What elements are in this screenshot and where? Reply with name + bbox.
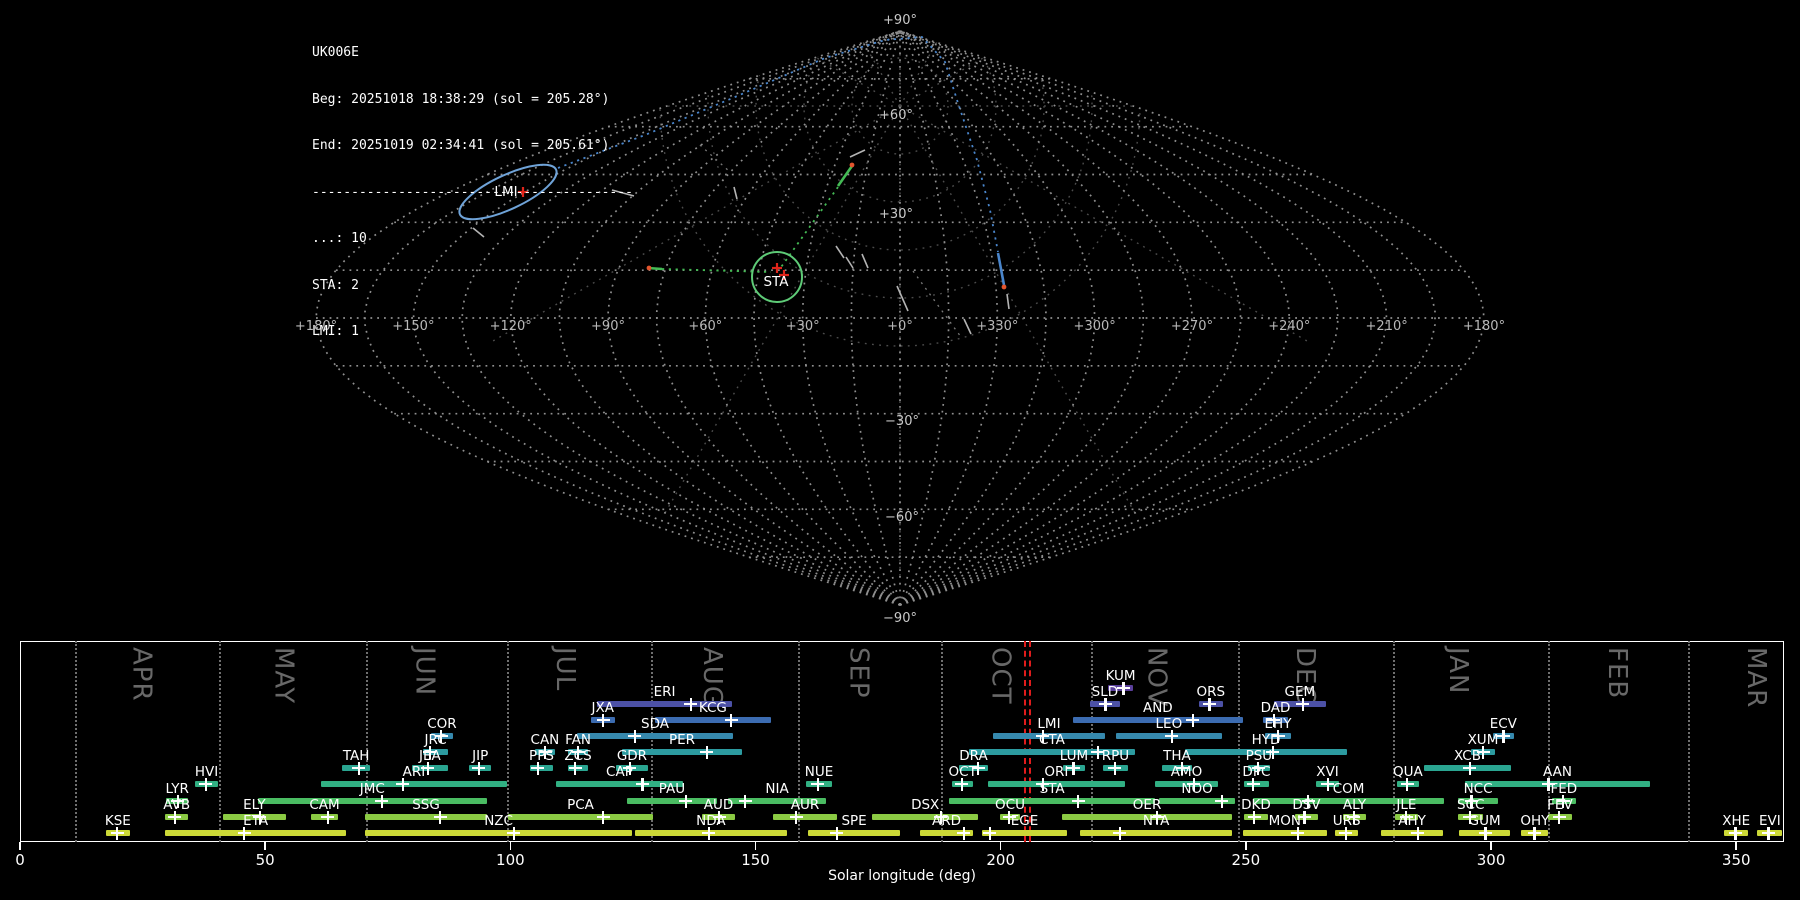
axis-tick-200: [999, 842, 1002, 850]
x-axis: 0 50 100 150 200 250 300 350: [0, 0, 1800, 900]
axis-tick-label-100: 100: [496, 851, 525, 869]
axis-tick-350: [1735, 842, 1738, 850]
axis-tick-label-0: 0: [15, 851, 25, 869]
x-axis-title: Solar longitude (deg): [828, 868, 976, 884]
axis-tick-100: [509, 842, 512, 850]
axis-tick-150: [754, 842, 757, 850]
axis-tick-label-350: 350: [1721, 851, 1751, 869]
axis-tick-label-250: 250: [1231, 851, 1261, 869]
axis-tick-label-300: 300: [1476, 851, 1506, 869]
axis-tick-label-200: 200: [986, 851, 1016, 869]
meteor-session-plot: LMI STA +180° +150° +120° +90° +60° +30° +0° +330…: [0, 0, 1800, 900]
axis-tick-300: [1490, 842, 1492, 850]
activity-timeline: APR MAY JUN JUL AUG SEP OCT NOV DEC JAN FEB MAR KUM E…: [0, 0, 1800, 900]
axis-tick-250: [1245, 842, 1247, 850]
axis-tick-label-50: 50: [255, 851, 275, 869]
axis-tick-label-150: 150: [741, 851, 770, 869]
axis-tick-50: [264, 842, 266, 850]
axis-tick-0: [19, 842, 21, 850]
